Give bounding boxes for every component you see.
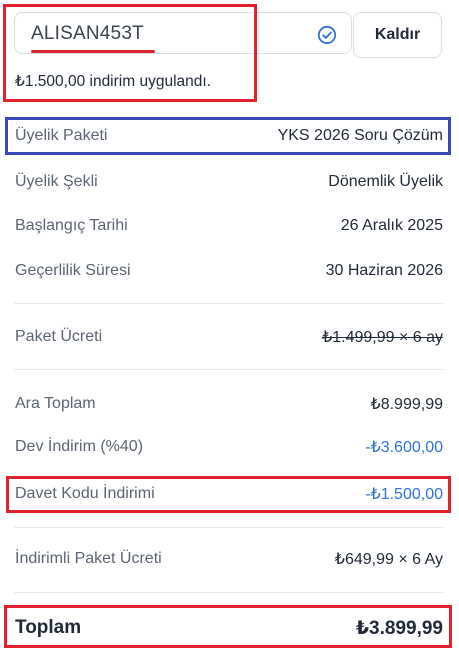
remove-coupon-button[interactable]: Kaldır bbox=[353, 12, 442, 58]
highlight-box-total bbox=[4, 605, 452, 648]
validity-value: 30 Haziran 2026 bbox=[325, 262, 443, 279]
big-discount-value: -₺3.600,00 bbox=[365, 439, 443, 456]
subtotal-value: ₺8.999,99 bbox=[370, 396, 443, 413]
start-date-label: Başlangıç Tarihi bbox=[15, 217, 128, 234]
package-fee-label: Paket Ücreti bbox=[15, 328, 103, 345]
highlight-box-invite-discount bbox=[6, 476, 451, 513]
divider bbox=[14, 369, 444, 370]
discounted-fee-label: İndirimli Paket Ücreti bbox=[15, 550, 162, 567]
row-validity: Geçerlilik Süresi 30 Haziran 2026 bbox=[15, 259, 443, 283]
row-big-discount: Dev İndirim (%40) -₺3.600,00 bbox=[15, 435, 443, 459]
row-discounted-fee: İndirimli Paket Ücreti ₺649,99 × 6 Ay bbox=[15, 547, 443, 571]
row-package-fee: Paket Ücreti ₺1.499,99 × 6 ay bbox=[15, 325, 443, 349]
divider bbox=[14, 303, 444, 304]
validity-label: Geçerlilik Süresi bbox=[15, 262, 131, 279]
divider bbox=[14, 527, 444, 528]
row-start-date: Başlangıç Tarihi 26 Aralık 2025 bbox=[15, 214, 443, 238]
check-circle-icon bbox=[317, 25, 337, 45]
membership-type-label: Üyelik Şekli bbox=[15, 173, 98, 190]
subtotal-label: Ara Toplam bbox=[15, 395, 96, 412]
start-date-value: 26 Aralık 2025 bbox=[340, 217, 443, 234]
discounted-fee-value: ₺649,99 × 6 Ay bbox=[334, 551, 443, 568]
membership-type-value: Dönemlik Üyelik bbox=[328, 173, 443, 190]
highlight-box-coupon bbox=[3, 4, 257, 102]
big-discount-label: Dev İndirim (%40) bbox=[15, 438, 144, 455]
row-subtotal: Ara Toplam ₺8.999,99 bbox=[15, 392, 443, 416]
package-fee-value: ₺1.499,99 × 6 ay bbox=[322, 329, 443, 346]
row-membership-type: Üyelik Şekli Dönemlik Üyelik bbox=[15, 170, 443, 194]
highlight-box-package bbox=[5, 117, 451, 155]
divider bbox=[14, 592, 444, 593]
